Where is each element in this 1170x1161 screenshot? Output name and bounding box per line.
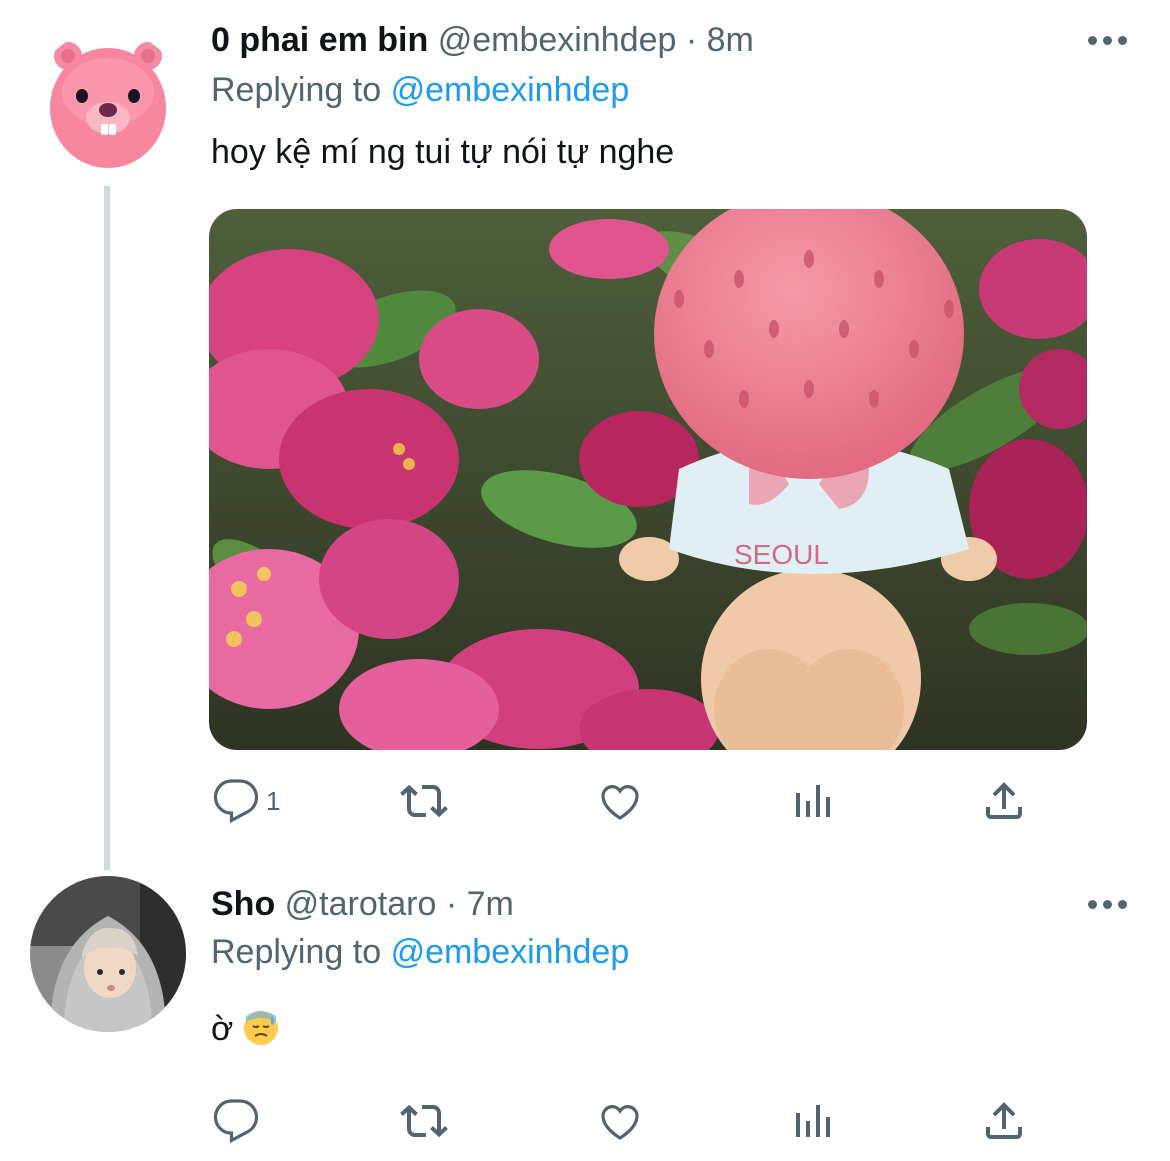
separator: · <box>685 21 698 59</box>
replying-to: Replying to @embexinhdep <box>211 70 629 110</box>
tweet-actions <box>0 1090 1170 1150</box>
timestamp[interactable]: 7m <box>467 885 514 923</box>
tweet[interactable]: Sho @tarotaro · 7m Replying to @embexinh… <box>0 870 1170 1161</box>
downcast-face-with-sweat-icon <box>243 1010 279 1056</box>
like-button[interactable] <box>596 1096 644 1146</box>
strawberry-figure-image: SEOUL <box>209 209 1087 750</box>
handle[interactable]: @tarotaro <box>285 885 437 923</box>
views-button[interactable] <box>790 1096 838 1146</box>
retweet-button[interactable] <box>400 776 448 826</box>
display-name[interactable]: 0 phai em bin <box>211 21 428 59</box>
mention-link[interactable]: @embexinhdep <box>391 71 630 109</box>
reply-icon <box>213 779 259 824</box>
like-button[interactable] <box>596 776 644 826</box>
more-options-icon[interactable] <box>1086 30 1130 50</box>
retweet-icon <box>400 784 448 818</box>
tweet[interactable]: 0 phai em bin @embexinhdep · 8m Replying… <box>0 0 1170 870</box>
separator: · <box>445 885 458 923</box>
pink-beaver-avatar-icon <box>30 30 186 186</box>
analytics-icon <box>796 1105 830 1137</box>
share-button[interactable] <box>980 776 1028 826</box>
views-button[interactable] <box>790 776 838 826</box>
reply-button[interactable]: 1 <box>212 776 280 826</box>
share-icon <box>986 1102 1022 1139</box>
tweet-header: 0 phai em bin @embexinhdep · 8m <box>211 20 754 60</box>
tweet-text: ờ <box>211 1008 279 1056</box>
tweet-text-body: ờ <box>211 1010 234 1048</box>
replying-prefix: Replying to <box>211 933 382 971</box>
heart-icon <box>601 785 639 820</box>
shirt-text: SEOUL <box>734 539 829 570</box>
retweet-icon <box>400 1104 448 1138</box>
mention-link[interactable]: @embexinhdep <box>391 933 630 971</box>
replying-prefix: Replying to <box>211 71 382 109</box>
tweet-text: hoy kệ mí ng tui tự nói tự nghe <box>211 133 675 171</box>
retweet-button[interactable] <box>400 1096 448 1146</box>
reply-icon <box>213 1099 259 1144</box>
heart-icon <box>601 1105 639 1140</box>
reply-count: 1 <box>266 785 281 816</box>
timestamp[interactable]: 8m <box>707 21 754 59</box>
replying-to: Replying to @embexinhdep <box>211 932 629 972</box>
avatar[interactable] <box>30 876 186 1032</box>
more-options-icon[interactable] <box>1086 894 1130 914</box>
avatar[interactable] <box>30 30 186 186</box>
tweet-media[interactable]: SEOUL <box>209 209 1087 750</box>
tweet-actions: 1 <box>0 770 1170 830</box>
analytics-icon <box>796 785 830 817</box>
display-name[interactable]: Sho <box>211 885 275 923</box>
handle[interactable]: @embexinhdep <box>438 21 677 59</box>
thread-line <box>104 172 110 870</box>
reply-button[interactable] <box>212 1096 260 1146</box>
tweet-header: Sho @tarotaro · 7m <box>211 884 514 924</box>
share-icon <box>986 782 1022 819</box>
person-in-grey-hoodie-avatar-icon <box>30 876 186 1032</box>
share-button[interactable] <box>980 1096 1028 1146</box>
